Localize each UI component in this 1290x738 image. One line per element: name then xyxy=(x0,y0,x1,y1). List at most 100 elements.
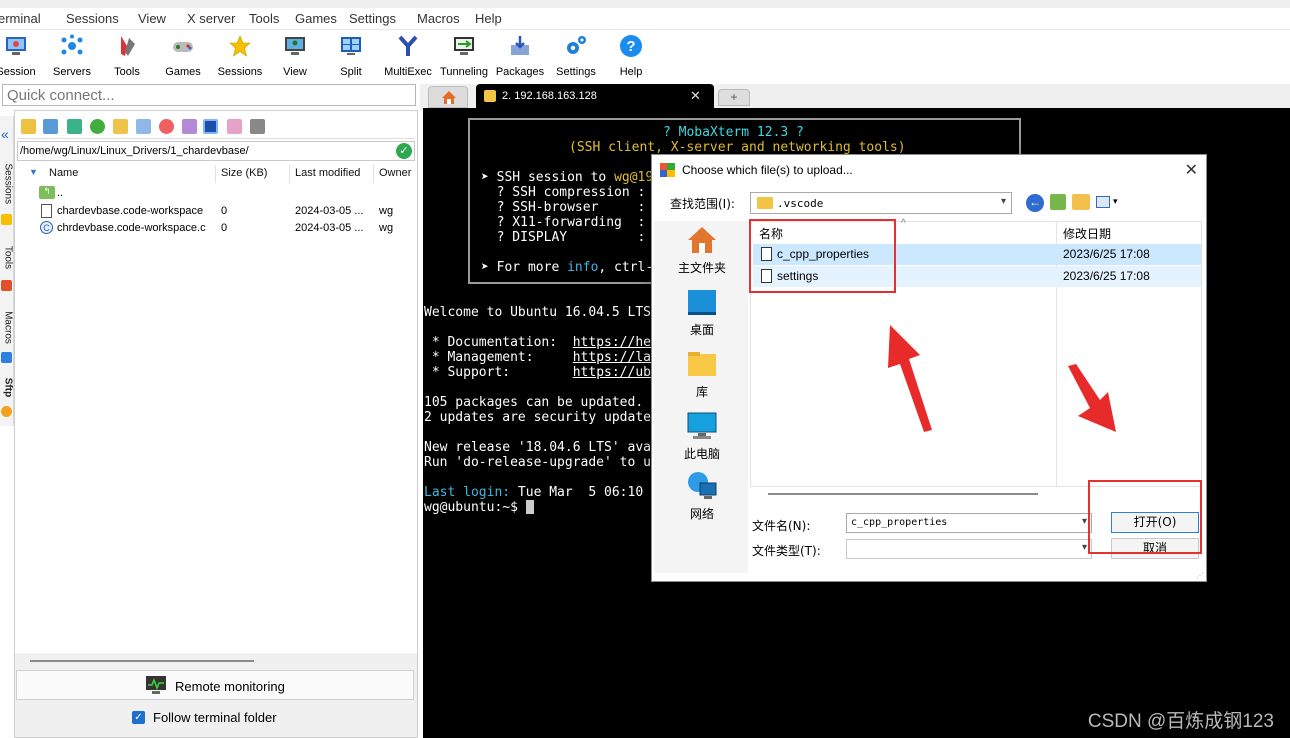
side-tab-macros[interactable]: Macros xyxy=(3,308,14,348)
parent-folder-icon[interactable] xyxy=(21,119,36,134)
menu-settings[interactable]: Settings xyxy=(349,11,396,26)
sftp-panel: /home/wg/Linux/Linux_Drivers/1_chardevba… xyxy=(14,110,418,738)
highlight-open-button xyxy=(1088,480,1202,554)
watermark: CSDN @百炼成钢123 xyxy=(1087,711,1274,732)
filetype-label: 文件类型(T): xyxy=(752,544,821,558)
menu-terminal[interactable]: erminal xyxy=(0,11,41,26)
title-strip xyxy=(0,0,1290,8)
new-folder-icon[interactable] xyxy=(1072,194,1090,210)
view-menu-icon[interactable] xyxy=(1096,196,1110,208)
col-modified[interactable]: Last modified xyxy=(295,167,360,179)
menu-sessions[interactable]: Sessions xyxy=(66,11,119,26)
delete-icon[interactable] xyxy=(159,119,174,134)
new-folder-icon[interactable] xyxy=(113,119,128,134)
split-button[interactable]: Split xyxy=(321,32,381,78)
tools-icon xyxy=(121,36,135,56)
follow-terminal-folder[interactable]: ✓ Follow terminal folder xyxy=(16,708,414,730)
fork-icon xyxy=(398,35,418,56)
up-folder-icon[interactable] xyxy=(1050,194,1066,210)
place-home[interactable]: 主文件夹 xyxy=(668,225,736,276)
col-name[interactable]: Name xyxy=(49,167,78,179)
table-row[interactable]: chardevbase.code-workspace 0 2024-03-05 … xyxy=(17,203,415,220)
resize-grip-icon[interactable]: ⋰ xyxy=(1196,571,1204,580)
view-button[interactable]: View xyxy=(265,32,325,78)
multiexec-button[interactable]: MultiExec xyxy=(378,32,438,78)
package-download-icon xyxy=(511,36,529,55)
table-row[interactable]: C chrdevbase.code-workspace.c 0 2024-03-… xyxy=(17,220,415,237)
folder-icon xyxy=(757,197,773,209)
side-tab-sessions[interactable]: Sessions xyxy=(3,164,14,205)
sftp-icon-small xyxy=(1,406,12,417)
close-tab-icon[interactable]: ✕ xyxy=(690,88,701,104)
menu-help[interactable]: Help xyxy=(475,11,502,26)
col-size[interactable]: Size (KB) xyxy=(221,167,267,179)
side-tabs: « Sessions Tools Macros Sftp xyxy=(0,116,14,426)
terminal-tab[interactable]: 2. 192.168.163.128 ✕ xyxy=(476,84,714,110)
filetype-select[interactable]: ▾ xyxy=(846,539,1092,559)
magic-icon[interactable] xyxy=(227,119,242,134)
home-tab[interactable] xyxy=(428,86,468,108)
path-bar[interactable]: /home/wg/Linux/Linux_Drivers/1_chardevba… xyxy=(17,141,415,161)
download-icon[interactable] xyxy=(43,119,58,134)
place-desktop[interactable]: 桌面 xyxy=(668,287,736,338)
network-icon xyxy=(688,472,717,499)
home-folder-icon xyxy=(688,227,716,253)
help-button[interactable]: ? Help xyxy=(601,32,661,78)
col-file-date[interactable]: 修改日期 xyxy=(1063,225,1111,242)
dialog-title: Choose which file(s) to upload... xyxy=(682,163,853,177)
highlight-file-list xyxy=(749,219,896,293)
menu-games[interactable]: Games xyxy=(295,11,337,26)
monitoring-icon xyxy=(146,676,166,694)
view-menu-chevron-icon[interactable]: ▾ xyxy=(1113,196,1118,207)
menu-tools[interactable]: Tools xyxy=(249,11,279,26)
table-row[interactable]: ↰ .. xyxy=(17,185,415,202)
upload-icon[interactable] xyxy=(67,119,82,134)
sort-up-icon: ^ xyxy=(901,218,906,229)
side-tab-tools[interactable]: Tools xyxy=(3,238,14,278)
filename-input[interactable]: c_cpp_properties ▾ xyxy=(846,513,1092,533)
col-owner[interactable]: Owner xyxy=(379,167,411,179)
back-icon[interactable]: ← xyxy=(1026,194,1044,212)
refresh-icon[interactable] xyxy=(90,119,105,134)
permissions-icon[interactable] xyxy=(203,119,218,134)
packages-button[interactable]: Packages xyxy=(490,32,550,78)
quick-connect-input[interactable]: Quick connect... xyxy=(2,84,416,106)
lookin-select[interactable]: .vscode ▾ xyxy=(750,192,1012,214)
follow-checkbox[interactable]: ✓ xyxy=(132,711,145,724)
red-arrow-down-icon xyxy=(1068,364,1116,432)
collapse-arrow-icon[interactable]: « xyxy=(1,126,9,142)
new-file-icon[interactable] xyxy=(136,119,151,134)
parent-dir-icon: ↰ xyxy=(39,186,55,199)
chevron-down-icon: ▾ xyxy=(1081,516,1087,527)
settings-button[interactable]: Settings xyxy=(546,32,606,78)
horizontal-scrollbar[interactable] xyxy=(30,660,254,662)
new-tab-button[interactable]: + xyxy=(718,89,750,106)
sessions-button[interactable]: Sessions xyxy=(210,32,270,78)
servers-button[interactable]: Servers xyxy=(42,32,102,78)
rename-icon[interactable] xyxy=(182,119,197,134)
c-file-icon: C xyxy=(40,221,53,234)
path-ok-icon[interactable]: ✓ xyxy=(396,143,412,159)
remote-monitoring-button[interactable]: Remote monitoring xyxy=(16,670,414,700)
tools-button[interactable]: Tools xyxy=(97,32,157,78)
menu-macros[interactable]: Macros xyxy=(417,11,460,26)
chevron-down-icon: ▾ xyxy=(1000,196,1006,207)
tunneling-button[interactable]: Tunneling xyxy=(434,32,494,78)
menu-xserver[interactable]: X server xyxy=(187,11,235,26)
place-network[interactable]: 网络 xyxy=(668,471,736,522)
side-tab-sftp[interactable]: Sftp xyxy=(3,368,14,408)
tunnel-icon xyxy=(454,37,474,55)
ssh-tab-icon xyxy=(484,90,496,102)
dialog-close-icon[interactable]: ✕ xyxy=(1185,160,1198,180)
session-icon xyxy=(6,37,26,55)
place-this-pc[interactable]: 此电脑 xyxy=(668,411,736,462)
place-library[interactable]: 库 xyxy=(668,349,736,400)
current-path: /home/wg/Linux/Linux_Drivers/1_chardevba… xyxy=(20,145,249,157)
games-button[interactable]: Games xyxy=(153,32,213,78)
menu-view[interactable]: View xyxy=(138,11,166,26)
session-button[interactable]: Session xyxy=(0,32,46,78)
terminal-icon[interactable] xyxy=(250,119,265,134)
file-list-scrollbar[interactable] xyxy=(768,493,1038,495)
monitor-user-icon xyxy=(285,37,305,55)
library-icon xyxy=(688,352,716,376)
